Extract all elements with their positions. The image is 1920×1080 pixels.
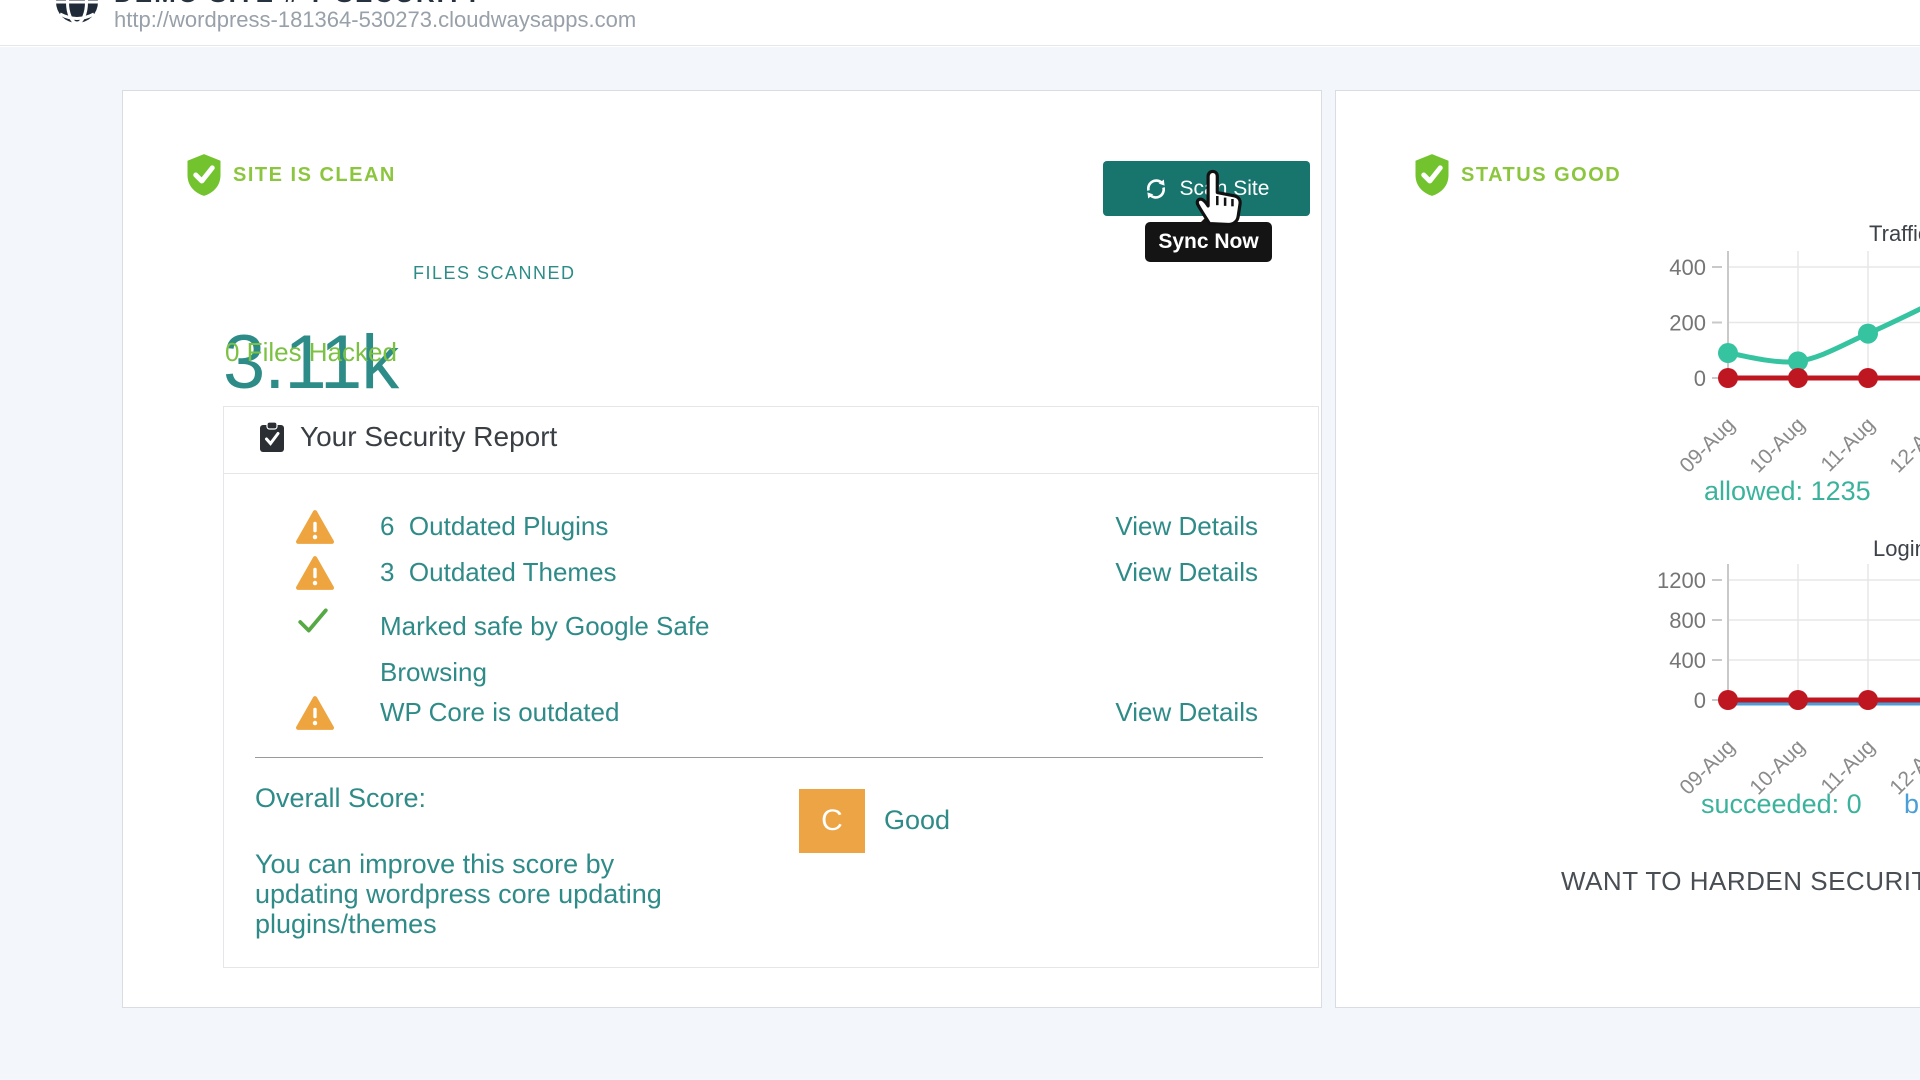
globe-icon — [54, 0, 100, 25]
score-improve-hint: You can improve this score by updating w… — [255, 849, 685, 939]
svg-text:09-Aug: 09-Aug — [1675, 413, 1739, 476]
firewall-status-card: STATUS GOOD 0 200 400 09-Aug10-Aug11-Aug12-… — [1335, 90, 1920, 1008]
checkmark-icon — [296, 605, 330, 637]
warning-triangle-icon — [296, 509, 334, 545]
security-report-title: Your Security Report — [300, 421, 557, 453]
logins-succeeded-legend: succeeded: 0 — [1701, 789, 1862, 820]
traffic-line-chart: 0 200 400 09-Aug10-Aug11-Aug12-Aug Traffic — [1656, 206, 1920, 476]
report-row-google-safe: Marked safe by Google Safe Browsing — [224, 601, 1318, 693]
svg-text:11-Aug: 11-Aug — [1816, 413, 1879, 476]
report-item-text: WP Core is outdated — [380, 697, 900, 728]
traffic-allowed-legend: allowed: 1235 — [1704, 476, 1871, 507]
files-scanned-label: FILES SCANNED — [413, 263, 576, 284]
malware-scanner-card: SITE IS CLEAN 3.11k FILES SCANNED 0 File… — [122, 90, 1322, 1008]
mouse-cursor-hand — [1186, 165, 1244, 227]
svg-text:10-Aug: 10-Aug — [1745, 413, 1809, 476]
report-row-outdated-plugins: 6 Outdated Plugins View Details — [224, 509, 1318, 549]
warning-triangle-icon — [296, 695, 334, 731]
svg-text:Traffic: Traffic — [1869, 221, 1920, 246]
svg-text:400: 400 — [1669, 255, 1706, 280]
svg-text:0: 0 — [1694, 688, 1706, 713]
status-good-label: STATUS GOOD — [1461, 164, 1621, 187]
view-details-link[interactable]: View Details — [1115, 557, 1258, 588]
report-row-outdated-themes: 3 Outdated Themes View Details — [224, 555, 1318, 595]
svg-text:0: 0 — [1694, 366, 1706, 391]
report-header-divider — [224, 473, 1318, 474]
files-hacked-label: 0 Files Hacked — [225, 337, 397, 368]
report-item-text: 3 Outdated Themes — [380, 557, 900, 588]
logins-line-chart: 0400800120009-Aug10-Aug11-Aug12-AugLogin… — [1656, 531, 1920, 801]
clipboard-check-icon — [258, 421, 286, 453]
security-report-box: Your Security Report 6 Outdated Plugins … — [223, 406, 1319, 968]
svg-text:12-Aug: 12-Aug — [1885, 413, 1920, 476]
status-good-badge: STATUS GOOD — [1411, 153, 1621, 197]
shield-check-icon — [1411, 153, 1453, 197]
logins-blocked-legend-partial: blocked: — [1904, 789, 1920, 820]
sync-icon — [1144, 177, 1168, 201]
svg-text:Logins: Logins — [1873, 536, 1920, 561]
warning-triangle-icon — [296, 555, 334, 591]
svg-text:800: 800 — [1669, 608, 1706, 633]
report-row-wp-core: WP Core is outdated View Details — [224, 695, 1318, 735]
score-divider — [255, 757, 1263, 758]
svg-text:400: 400 — [1669, 648, 1706, 673]
site-clean-label: SITE IS CLEAN — [233, 164, 396, 187]
view-details-link[interactable]: View Details — [1115, 511, 1258, 542]
sync-now-tooltip-label: Sync Now — [1158, 230, 1258, 254]
harden-security-question: WANT TO HARDEN SECURITY? — [1561, 866, 1920, 897]
svg-text:200: 200 — [1669, 311, 1706, 336]
report-item-text: Marked safe by Google Safe Browsing — [380, 603, 725, 695]
report-item-text: 6 Outdated Plugins — [380, 511, 900, 542]
shield-check-icon — [183, 153, 225, 197]
security-report-header: Your Security Report — [258, 421, 557, 453]
score-grade-badge: C — [799, 789, 865, 853]
view-details-link[interactable]: View Details — [1115, 697, 1258, 728]
overall-score-label: Overall Score: — [255, 783, 426, 814]
sync-now-tooltip: Sync Now — [1145, 222, 1272, 262]
score-word: Good — [884, 805, 950, 836]
site-url: http://wordpress-181364-530273.cloudways… — [114, 7, 636, 33]
site-clean-status-badge: SITE IS CLEAN — [183, 153, 396, 197]
top-header-bar: DEMO SITE # 7 SECURITY http://wordpress-… — [0, 0, 1920, 46]
svg-text:1200: 1200 — [1657, 568, 1706, 593]
